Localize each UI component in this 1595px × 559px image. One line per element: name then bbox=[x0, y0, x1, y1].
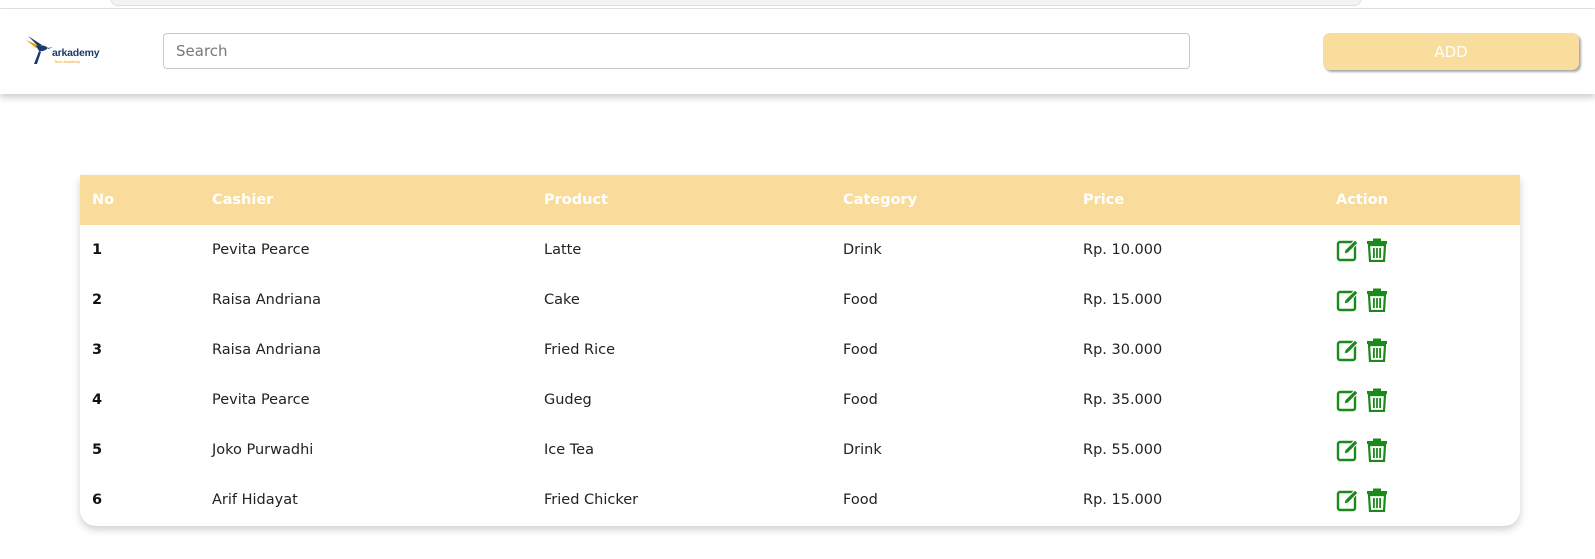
edit-icon[interactable] bbox=[1336, 238, 1360, 262]
logo-tagline: Tech Academy bbox=[54, 59, 81, 64]
cashier-cell: Pevita Pearce bbox=[212, 392, 310, 408]
price-cell: Rp. 55.000 bbox=[1083, 442, 1163, 458]
action-cell bbox=[1324, 325, 1520, 375]
row-actions bbox=[1336, 438, 1520, 463]
cashier-cell: Joko Purwadhi bbox=[212, 442, 314, 458]
edit-icon[interactable] bbox=[1336, 338, 1360, 362]
table-row: 2 Raisa Andriana Cake Food Rp. 15.000 bbox=[80, 275, 1520, 325]
logo-wordmark: arkademy bbox=[52, 47, 100, 59]
browser-top-strip bbox=[0, 0, 1595, 9]
row-number: 6 bbox=[92, 492, 103, 508]
edit-icon[interactable] bbox=[1336, 438, 1360, 462]
column-header-no: No bbox=[92, 192, 115, 208]
product-table-card: No Cashier Product Category Price Action… bbox=[80, 175, 1520, 526]
browser-address-bar bbox=[110, 0, 1362, 6]
row-actions bbox=[1336, 338, 1520, 363]
product-cell: Latte bbox=[544, 242, 582, 258]
table-row: 4 Pevita Pearce Gudeg Food Rp. 35.000 bbox=[80, 375, 1520, 425]
cashier-cell: Arif Hidayat bbox=[212, 492, 298, 508]
edit-icon[interactable] bbox=[1336, 288, 1360, 312]
row-actions bbox=[1336, 238, 1520, 263]
product-cell: Ice Tea bbox=[544, 442, 594, 458]
table-header-row: No Cashier Product Category Price Action bbox=[80, 175, 1520, 225]
app-header: arkademy Tech Academy ADD bbox=[0, 9, 1595, 94]
cashier-cell: Raisa Andriana bbox=[212, 342, 321, 358]
row-number: 3 bbox=[92, 342, 103, 358]
action-cell bbox=[1324, 225, 1520, 275]
edit-icon[interactable] bbox=[1336, 388, 1360, 412]
price-cell: Rp. 15.000 bbox=[1083, 292, 1163, 308]
column-header-product: Product bbox=[544, 192, 608, 208]
product-cell: Fried Chicker bbox=[544, 492, 639, 508]
action-cell bbox=[1324, 375, 1520, 425]
category-cell: Food bbox=[843, 292, 878, 308]
column-header-cashier: Cashier bbox=[212, 192, 274, 208]
action-cell bbox=[1324, 475, 1520, 525]
row-number: 1 bbox=[92, 242, 103, 258]
price-cell: Rp. 30.000 bbox=[1083, 342, 1163, 358]
search-input[interactable] bbox=[163, 33, 1190, 69]
row-number: 2 bbox=[92, 292, 103, 308]
row-actions bbox=[1336, 288, 1520, 313]
row-number: 5 bbox=[92, 442, 103, 458]
price-cell: Rp. 35.000 bbox=[1083, 392, 1163, 408]
category-cell: Food bbox=[843, 492, 878, 508]
trash-icon[interactable] bbox=[1365, 288, 1389, 313]
table-body: 1 Pevita Pearce Latte Drink Rp. 10.000 2 Raisa… bbox=[80, 225, 1520, 525]
price-cell: Rp. 10.000 bbox=[1083, 242, 1163, 258]
table-row: 3 Raisa Andriana Fried Rice Food Rp. 30.000 bbox=[80, 325, 1520, 375]
row-number: 4 bbox=[92, 392, 103, 408]
arkademy-logo[interactable]: arkademy Tech Academy bbox=[24, 34, 114, 70]
row-actions bbox=[1336, 488, 1520, 513]
action-cell bbox=[1324, 425, 1520, 475]
hummingbird-logo-icon bbox=[26, 36, 53, 64]
table-row: 5 Joko Purwadhi Ice Tea Drink Rp. 55.000 bbox=[80, 425, 1520, 475]
trash-icon[interactable] bbox=[1365, 438, 1389, 463]
category-cell: Drink bbox=[843, 242, 882, 258]
trash-icon[interactable] bbox=[1365, 388, 1389, 413]
product-table: No Cashier Product Category Price Action… bbox=[80, 175, 1520, 525]
column-header-action: Action bbox=[1336, 192, 1389, 208]
action-cell bbox=[1324, 275, 1520, 325]
category-cell: Drink bbox=[843, 442, 882, 458]
product-cell: Cake bbox=[544, 292, 580, 308]
category-cell: Food bbox=[843, 342, 878, 358]
table-row: 1 Pevita Pearce Latte Drink Rp. 10.000 bbox=[80, 225, 1520, 275]
trash-icon[interactable] bbox=[1365, 238, 1389, 263]
column-header-price: Price bbox=[1083, 192, 1125, 208]
trash-icon[interactable] bbox=[1365, 488, 1389, 513]
category-cell: Food bbox=[843, 392, 878, 408]
price-cell: Rp. 15.000 bbox=[1083, 492, 1163, 508]
product-cell: Fried Rice bbox=[544, 342, 616, 358]
table-row: 6 Arif Hidayat Fried Chicker Food Rp. 15.000 bbox=[80, 475, 1520, 525]
cashier-cell: Pevita Pearce bbox=[212, 242, 310, 258]
trash-icon[interactable] bbox=[1365, 338, 1389, 363]
column-header-category: Category bbox=[843, 192, 918, 208]
add-button[interactable]: ADD bbox=[1323, 33, 1579, 70]
cashier-cell: Raisa Andriana bbox=[212, 292, 321, 308]
edit-icon[interactable] bbox=[1336, 488, 1360, 512]
product-cell: Gudeg bbox=[544, 392, 592, 408]
row-actions bbox=[1336, 388, 1520, 413]
